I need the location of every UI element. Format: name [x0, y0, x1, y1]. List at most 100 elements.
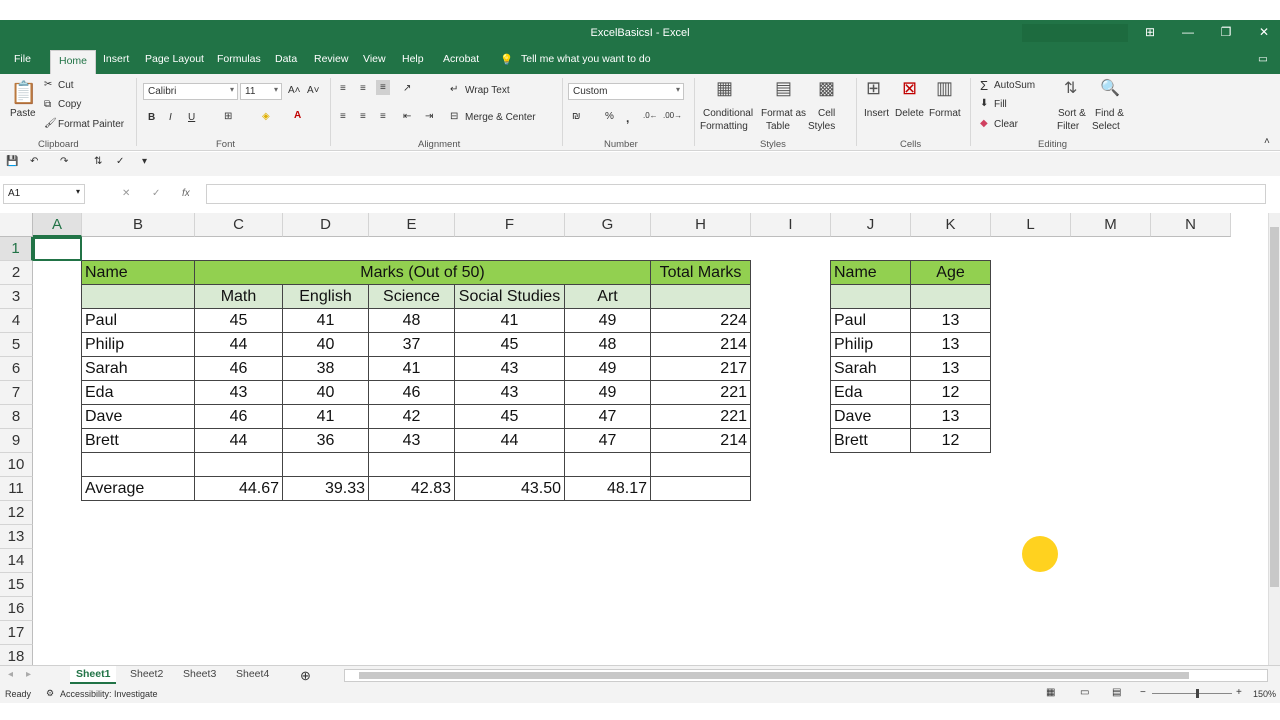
person-name[interactable]: Dave — [831, 405, 911, 429]
insert-function-icon[interactable]: fx — [182, 188, 190, 199]
mark-cell[interactable]: 41 — [283, 405, 369, 429]
header-subject[interactable]: Math — [195, 285, 283, 309]
column-header-d[interactable]: D — [283, 213, 369, 237]
accessibility-icon[interactable]: ⚙ — [46, 688, 54, 699]
header-blank[interactable] — [82, 285, 195, 309]
header-name[interactable]: Name — [82, 261, 195, 285]
mark-cell[interactable]: 49 — [565, 309, 651, 333]
student-name[interactable]: Sarah — [82, 357, 195, 381]
column-header-n[interactable]: N — [1151, 213, 1231, 237]
mark-cell[interactable]: 44 — [195, 429, 283, 453]
mark-cell[interactable]: 36 — [283, 429, 369, 453]
average-cell[interactable]: 43.50 — [455, 477, 565, 501]
insert-cells-icon[interactable]: ⊞ — [866, 78, 881, 99]
prev-sheet-icon[interactable]: ◂ — [8, 669, 13, 680]
header-subject[interactable]: Science — [369, 285, 455, 309]
page-break-view-icon[interactable]: ▤ — [1112, 687, 1121, 698]
person-name[interactable]: Philip — [831, 333, 911, 357]
row-header-1[interactable]: 1 — [0, 237, 33, 261]
mark-cell[interactable]: 47 — [565, 405, 651, 429]
column-header-l[interactable]: L — [991, 213, 1071, 237]
collapse-ribbon-icon[interactable]: ˄ — [1264, 136, 1270, 147]
header-name-2[interactable]: Name — [831, 261, 911, 285]
column-header-b[interactable]: B — [82, 213, 195, 237]
person-name[interactable]: Sarah — [831, 357, 911, 381]
copy-button[interactable]: Copy — [58, 99, 81, 110]
format-painter-button[interactable]: Format Painter — [58, 119, 124, 130]
percent-icon[interactable]: % — [605, 111, 614, 122]
age-cell[interactable]: 13 — [911, 357, 991, 381]
undo-icon[interactable]: ↶ — [30, 156, 38, 167]
row-header-16[interactable]: 16 — [0, 597, 33, 621]
blank-cell[interactable] — [283, 453, 369, 477]
conditional-formatting-button[interactable]: Conditional — [703, 108, 753, 119]
merge-icon[interactable]: ⊟ — [450, 111, 458, 122]
column-header-m[interactable]: M — [1071, 213, 1151, 237]
formula-input[interactable] — [206, 184, 1266, 204]
mark-cell[interactable]: 41 — [283, 309, 369, 333]
copy-icon[interactable]: ⧉ — [44, 99, 51, 110]
maximize-icon[interactable]: ❐ — [1218, 25, 1234, 39]
blank-cell[interactable] — [369, 453, 455, 477]
accessibility-status[interactable]: Accessibility: Investigate — [60, 689, 158, 699]
header-blank[interactable] — [831, 285, 911, 309]
row-header-7[interactable]: 7 — [0, 381, 33, 405]
zoom-slider-thumb[interactable] — [1196, 689, 1199, 698]
increase-indent-icon[interactable]: ⇥ — [425, 111, 433, 122]
italic-icon[interactable]: I — [169, 112, 172, 123]
cut-button[interactable]: Cut — [58, 80, 74, 91]
row-header-8[interactable]: 8 — [0, 405, 33, 429]
tab-file[interactable]: File — [14, 53, 31, 65]
column-header-i[interactable]: I — [751, 213, 831, 237]
format-cells-icon[interactable]: ▥ — [936, 78, 953, 99]
sheet-tab-4[interactable]: Sheet4 — [230, 666, 275, 684]
total-cell[interactable]: 221 — [651, 381, 751, 405]
insert-cells-button[interactable]: Insert — [864, 108, 889, 119]
age-cell[interactable]: 12 — [911, 429, 991, 453]
mark-cell[interactable]: 37 — [369, 333, 455, 357]
font-size-select[interactable]: 11 ▾ — [240, 83, 282, 100]
h-scroll-thumb[interactable] — [359, 672, 1189, 679]
header-subject[interactable]: Art — [565, 285, 651, 309]
average-cell[interactable]: 48.17 — [565, 477, 651, 501]
mark-cell[interactable]: 49 — [565, 381, 651, 405]
mark-cell[interactable]: 43 — [455, 381, 565, 405]
header-subject[interactable]: Social Studies — [455, 285, 565, 309]
header-marks[interactable]: Marks (Out of 50) — [195, 261, 651, 285]
clear-icon[interactable]: ◆ — [980, 118, 988, 129]
person-name[interactable]: Paul — [831, 309, 911, 333]
total-cell[interactable]: 217 — [651, 357, 751, 381]
blank-cell[interactable] — [195, 453, 283, 477]
orientation-icon[interactable]: ↗ — [403, 83, 411, 94]
header-subject[interactable]: English — [283, 285, 369, 309]
align-top-icon[interactable]: ≡ — [340, 83, 346, 94]
column-header-h[interactable]: H — [651, 213, 751, 237]
tab-review[interactable]: Review — [314, 53, 348, 65]
accounting-format-icon[interactable]: ₪ — [572, 111, 581, 122]
fill-icon[interactable]: ⬇ — [980, 98, 988, 109]
comments-icon[interactable]: ▭ — [1258, 53, 1268, 65]
cancel-icon[interactable]: ✕ — [122, 188, 130, 199]
mark-cell[interactable]: 45 — [455, 405, 565, 429]
tab-insert[interactable]: Insert — [103, 53, 129, 65]
mark-cell[interactable]: 41 — [455, 309, 565, 333]
close-icon[interactable]: ✕ — [1256, 25, 1272, 39]
format-painter-icon[interactable]: 🖌 — [44, 118, 57, 129]
row-header-15[interactable]: 15 — [0, 573, 33, 597]
mark-cell[interactable]: 38 — [283, 357, 369, 381]
row-header-4[interactable]: 4 — [0, 309, 33, 333]
age-cell[interactable]: 13 — [911, 405, 991, 429]
align-bottom-icon[interactable]: ≡ — [376, 80, 390, 95]
student-name[interactable]: Philip — [82, 333, 195, 357]
find-select-button[interactable]: Find & — [1095, 108, 1124, 119]
mark-cell[interactable]: 47 — [565, 429, 651, 453]
page-layout-view-icon[interactable]: ▭ — [1080, 687, 1089, 698]
save-icon[interactable]: 💾 — [6, 156, 18, 167]
grow-font-icon[interactable]: A˄ — [288, 85, 301, 96]
minimize-icon[interactable]: — — [1180, 25, 1196, 39]
student-name[interactable]: Dave — [82, 405, 195, 429]
sheet-tab-3[interactable]: Sheet3 — [177, 666, 222, 684]
font-color-icon[interactable]: A — [294, 110, 301, 121]
name-box[interactable]: A1 ▾ — [3, 184, 85, 204]
sheet-tab-1[interactable]: Sheet1 — [70, 666, 117, 684]
